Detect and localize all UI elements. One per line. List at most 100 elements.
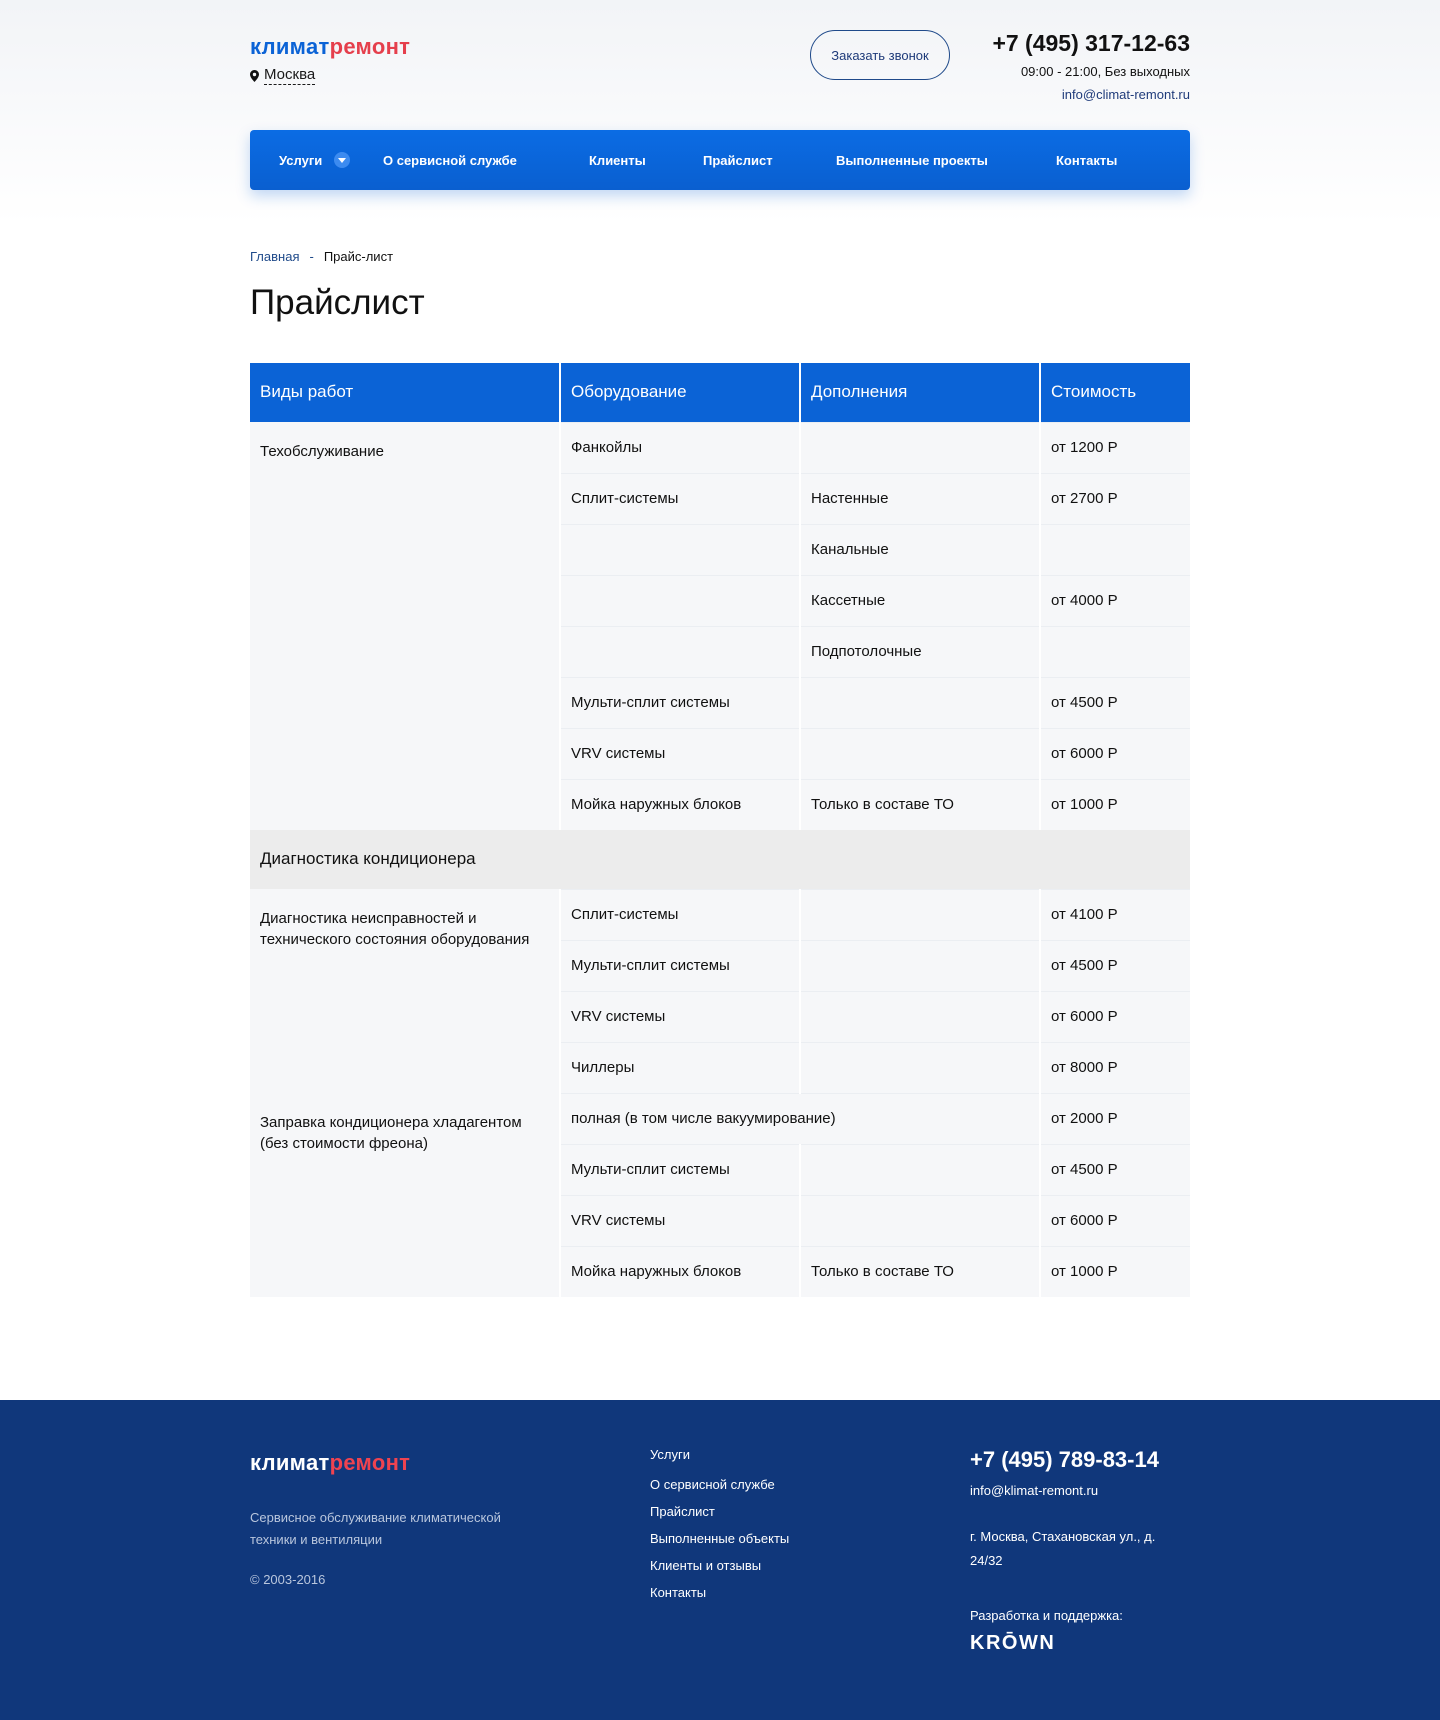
section-title: Диагностика кондиционера: [250, 830, 1190, 889]
nav-item-projects[interactable]: Выполненные проекты: [836, 130, 988, 190]
equipment-cell: Мульти-сплит системы: [560, 676, 801, 728]
footer-address: г. Москва, Стахановская ул., д. 24/32: [970, 1529, 1156, 1568]
nav-item-clients[interactable]: Клиенты: [589, 130, 646, 190]
breadcrumb-separator: -: [309, 249, 314, 264]
extra-cell: [800, 421, 1041, 473]
price-cell: от 1000 Р: [1040, 778, 1190, 830]
extra-cell: Настенные: [800, 472, 1041, 524]
extra-cell: Только в составе ТО: [800, 778, 1041, 830]
column-header-extras: Дополнения: [800, 363, 1041, 422]
breadcrumb-home[interactable]: Главная: [250, 249, 299, 264]
equipment-cell: Мойка наружных блоков: [560, 778, 801, 830]
extra-cell: [800, 1143, 1041, 1195]
price-cell: [1040, 523, 1190, 575]
nav-item-services[interactable]: Услуги: [279, 130, 351, 190]
footer-link-reviews[interactable]: Клиенты и отзывы: [650, 1556, 789, 1583]
logo-part-2: ремонт: [329, 34, 411, 59]
equipment-cell: Фанкойлы: [560, 421, 801, 473]
extra-cell: Канальные: [800, 523, 1041, 575]
footer-phone[interactable]: +7 (495) 789-83-14: [970, 1447, 1159, 1473]
nav-item-pricelist[interactable]: Прайслист: [703, 130, 773, 190]
nav-item-about[interactable]: О сервисной службе: [383, 130, 517, 190]
working-hours: 09:00 - 21:00, Без выходных: [1020, 64, 1190, 79]
work-type-cell: Заправка кондиционера хладагентом (без с…: [250, 1092, 561, 1297]
table-row: Заправка кондиционера хладагентом (без с…: [250, 1092, 1190, 1297]
footer-logo[interactable]: климатремонт: [250, 1450, 410, 1476]
header-email[interactable]: info@climat-remont.ru: [1062, 87, 1190, 102]
chevron-down-icon[interactable]: [334, 152, 351, 168]
footer-description: Сервисное обслуживание климатической тех…: [250, 1510, 501, 1547]
footer-logo-part-2: ремонт: [329, 1450, 411, 1475]
price-cell: от 4000 Р: [1040, 574, 1190, 626]
equipment-cell: Мойка наружных блоков: [560, 1245, 801, 1297]
location-pin-icon: [250, 69, 259, 82]
developer-logo[interactable]: KRŌWN: [970, 1632, 1055, 1655]
extra-cell: [800, 1194, 1041, 1246]
equipment-cell: [560, 523, 801, 575]
footer-link-services[interactable]: Услуги: [650, 1445, 789, 1475]
table-row: Диагностика неисправностей и техническог…: [250, 888, 1190, 1093]
table-row: Техобслуживание Фанкойлы от 1200 Р: [250, 421, 1190, 830]
logo-part-1: климат: [250, 34, 330, 59]
equipment-cell: Мульти-сплит системы: [560, 939, 801, 991]
footer-logo-part-1: климат: [250, 1450, 330, 1475]
price-cell: от 2700 Р: [1040, 472, 1190, 524]
footer-link-contacts[interactable]: Контакты: [650, 1583, 789, 1610]
price-cell: от 6000 Р: [1040, 727, 1190, 779]
table-header-row: Виды работ Оборудование Дополнения Стоим…: [250, 363, 1190, 422]
price-cell: от 6000 Р: [1040, 1194, 1190, 1246]
work-type-cell: Диагностика неисправностей и техническог…: [250, 888, 561, 1093]
extra-cell: [800, 939, 1041, 991]
equipment-cell: Чиллеры: [560, 1041, 801, 1093]
price-cell: от 1200 Р: [1040, 421, 1190, 473]
footer-email[interactable]: info@klimat-remont.ru: [970, 1483, 1098, 1498]
price-cell: от 6000 Р: [1040, 990, 1190, 1042]
header-phone[interactable]: +7 (495) 317-12-63: [992, 30, 1190, 57]
equipment-cell: Сплит-системы: [560, 888, 801, 940]
extra-cell: Только в составе ТО: [800, 1245, 1041, 1297]
price-cell: от 4500 Р: [1040, 1143, 1190, 1195]
breadcrumb: Главная - Прайс-лист: [250, 249, 393, 264]
price-cell: от 4500 Р: [1040, 676, 1190, 728]
footer: климатремонт Сервисное обслуживание клим…: [0, 1400, 1440, 1720]
footer-link-about[interactable]: О сервисной службе: [650, 1475, 789, 1502]
column-header-equipment: Оборудование: [560, 363, 801, 422]
column-header-price: Стоимость: [1040, 363, 1190, 422]
extra-cell: [800, 1041, 1041, 1093]
extra-cell: Подпотолочные: [800, 625, 1041, 677]
section-row: Диагностика кондиционера: [250, 830, 1190, 889]
developer-label: Разработка и поддержка:: [970, 1608, 1123, 1623]
price-cell: [1040, 625, 1190, 677]
footer-link-pricelist[interactable]: Прайслист: [650, 1502, 789, 1529]
equipment-cell: VRV системы: [560, 727, 801, 779]
extra-cell: [800, 990, 1041, 1042]
nav-item-label: Услуги: [279, 152, 323, 168]
extra-cell: [800, 727, 1041, 779]
page-title: Прайслист: [250, 283, 425, 322]
breadcrumb-current: Прайс-лист: [323, 249, 394, 264]
equipment-cell: VRV системы: [560, 990, 801, 1042]
extra-cell: [800, 888, 1041, 940]
price-table: Виды работ Оборудование Дополнения Стоим…: [250, 363, 1190, 1297]
nav-item-contacts[interactable]: Контакты: [1056, 130, 1117, 190]
equipment-cell: Сплит-системы: [560, 472, 801, 524]
footer-link-projects[interactable]: Выполненные объекты: [650, 1529, 789, 1556]
extra-cell: [800, 676, 1041, 728]
work-type-cell: Техобслуживание: [250, 421, 561, 830]
price-cell: от 4100 Р: [1040, 888, 1190, 940]
logo[interactable]: климатремонт: [250, 34, 410, 60]
footer-links: Услуги О сервисной службе Прайслист Выпо…: [650, 1445, 789, 1610]
equipment-cell: [560, 625, 801, 677]
column-header-work-type: Виды работ: [250, 363, 561, 422]
city-selector[interactable]: Москва: [250, 66, 316, 85]
price-cell: от 8000 Р: [1040, 1041, 1190, 1093]
main-nav: Услуги О сервисной службе Клиенты Прайсл…: [250, 130, 1190, 190]
equipment-cell: VRV системы: [560, 1194, 801, 1246]
callback-button[interactable]: Заказать звонок: [810, 30, 950, 80]
extra-cell: Кассетные: [800, 574, 1041, 626]
city-name: Москва: [264, 66, 316, 85]
price-cell: от 2000 Р: [1040, 1092, 1190, 1144]
price-cell: от 4500 Р: [1040, 939, 1190, 991]
price-cell: от 1000 Р: [1040, 1245, 1190, 1297]
equipment-cell: Мульти-сплит системы: [560, 1143, 801, 1195]
